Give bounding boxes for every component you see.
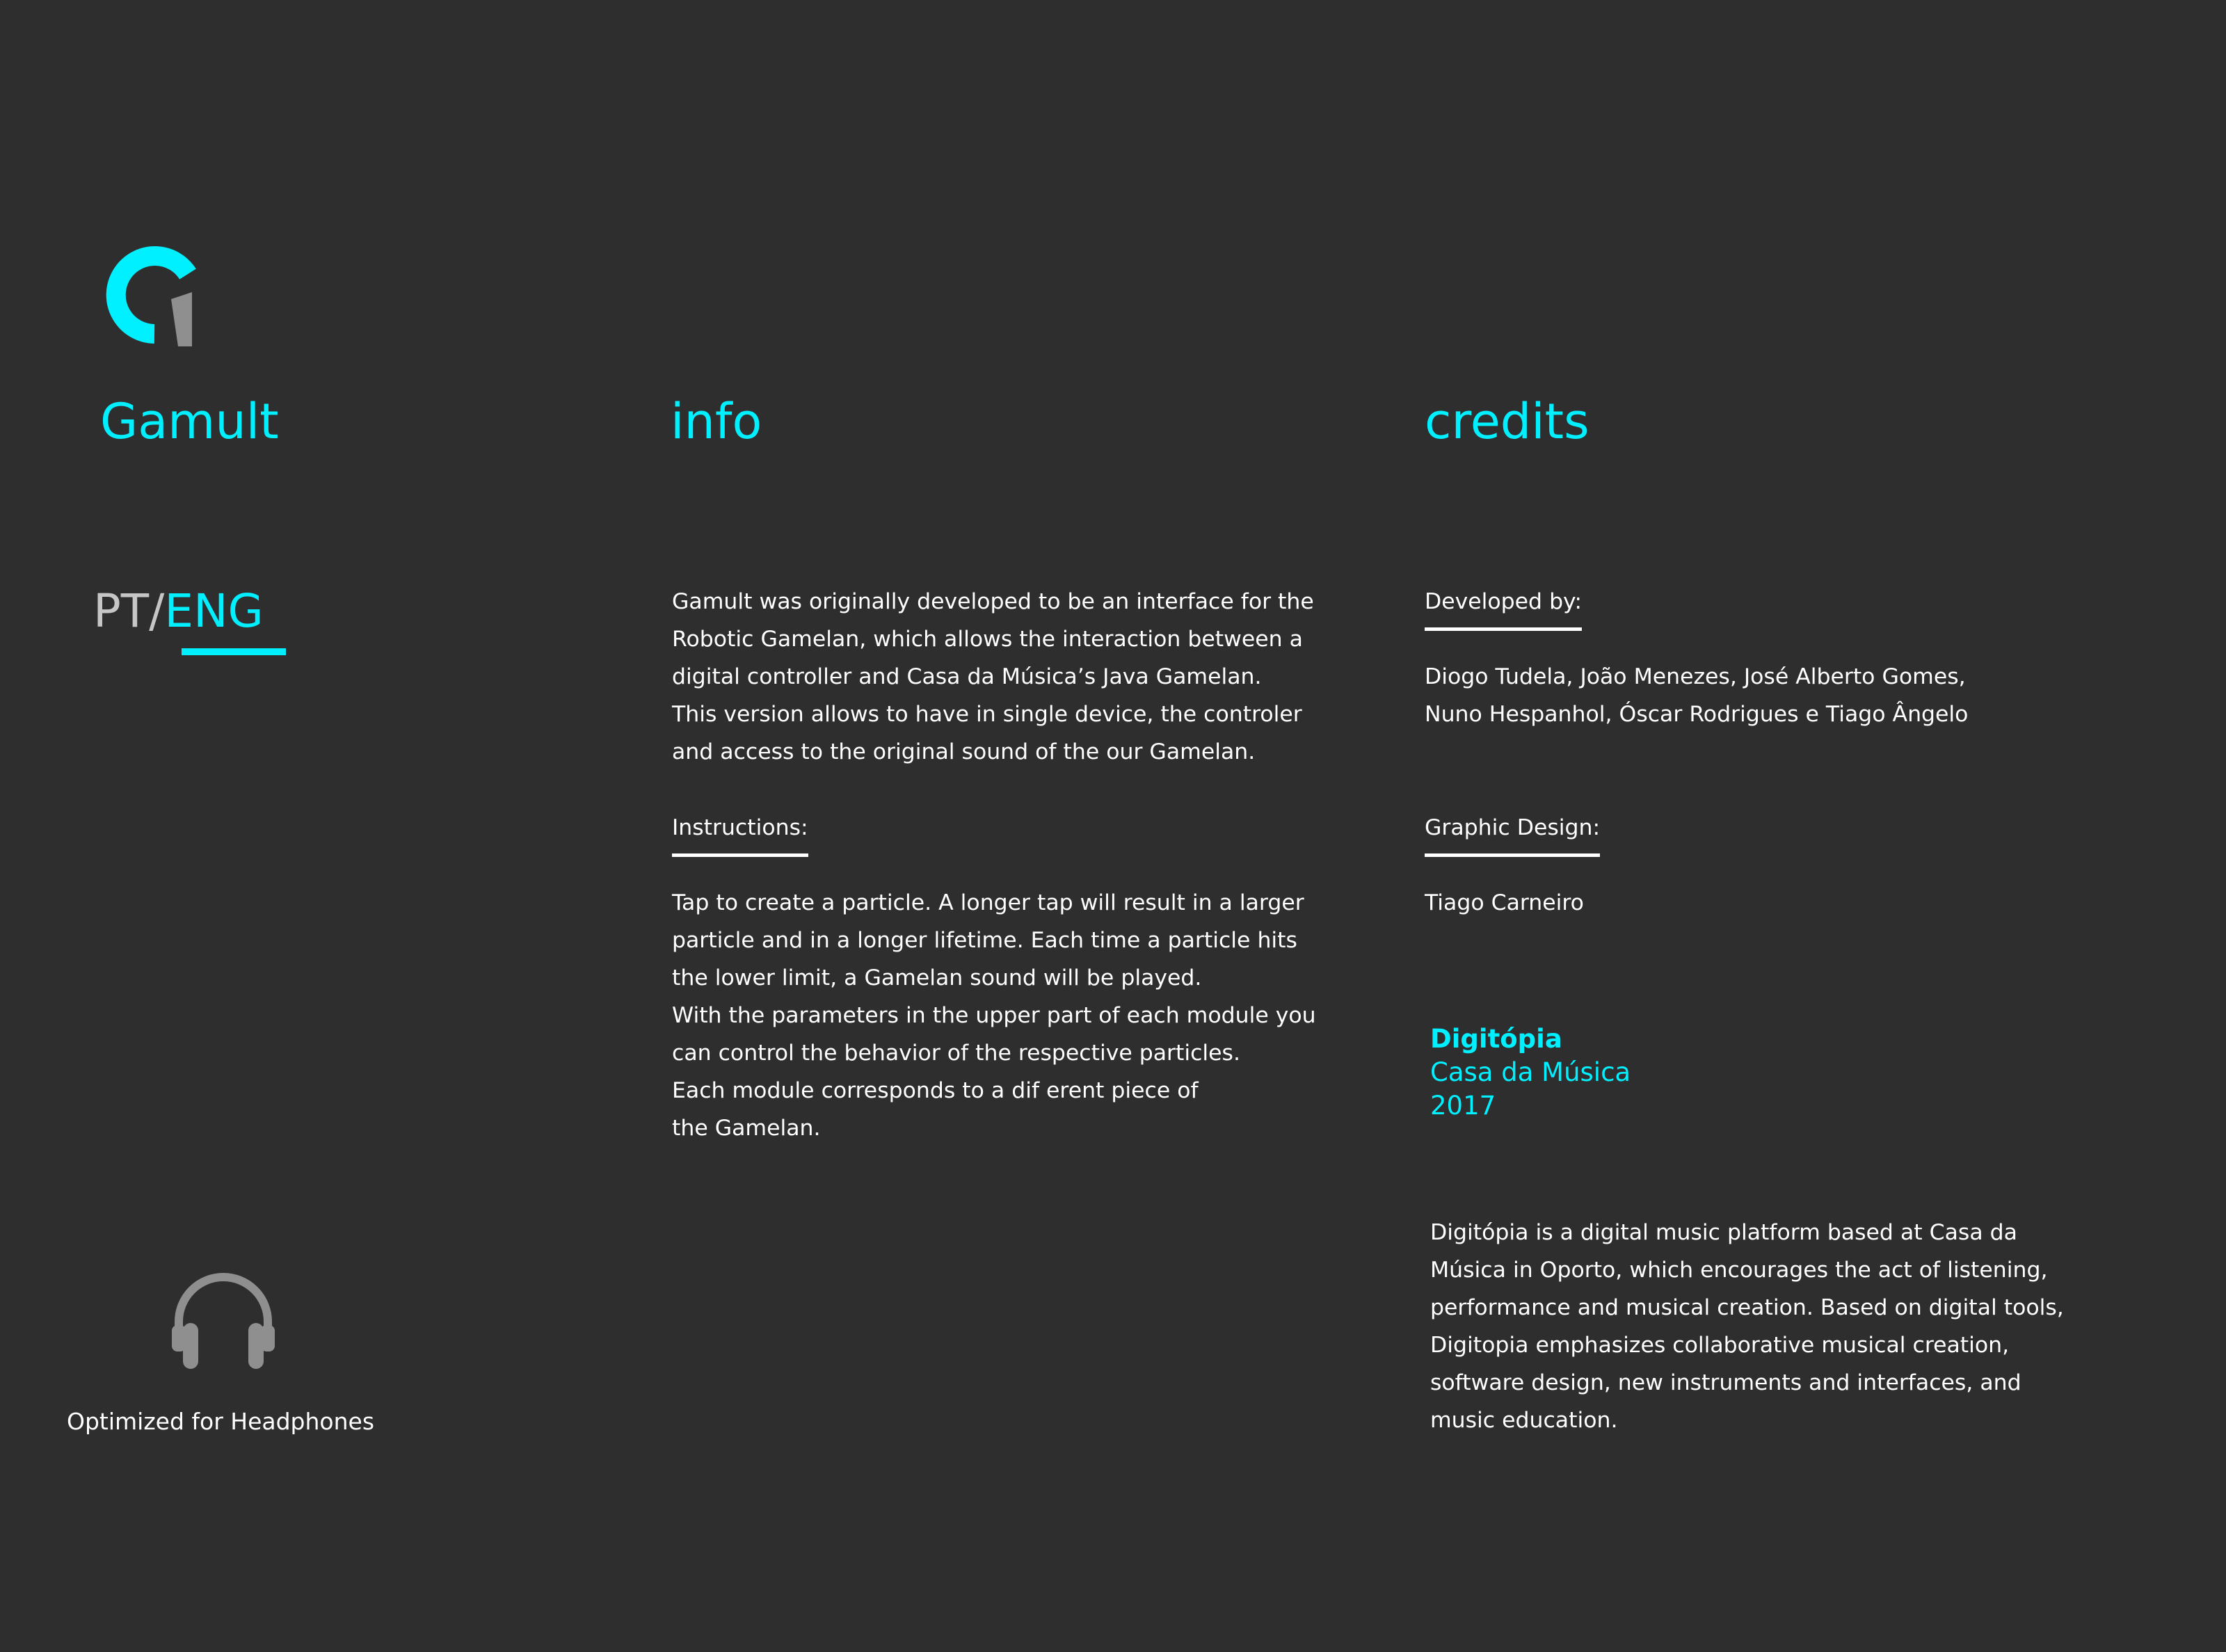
gamult-logo-icon [96,245,198,348]
developed-by-label-wrap: Developed by: [1425,583,1583,631]
graphic-design-label: Graphic Design: [1425,809,1601,857]
instructions-line: Tap to create a particle. A longer tap w… [672,890,1304,915]
instructions-label: Instructions: [672,809,808,857]
info-description-line: Gamult was originally developed to be an… [672,589,1314,614]
info-description-line: This version allows to have in single de… [672,702,1302,727]
designer-line: Tiago Carneiro [1425,890,1584,915]
info-description: Gamult was originally developed to be an… [672,583,1314,771]
instructions-line: With the parameters in the upper part of… [672,1003,1316,1028]
about-line: performance and musical creation. Based … [1430,1295,2064,1320]
developers-line: Diogo Tudela, João Menezes, José Alberto… [1425,664,1966,689]
language-pt-option[interactable]: PT [93,584,149,638]
instructions-text: Tap to create a particle. A longer tap w… [672,884,1316,1147]
developers-list: Diogo Tudela, João Menezes, José Alberto… [1425,658,1968,733]
instructions-line: the Gamelan. [672,1116,821,1141]
organization-about: Digitópia is a digital music platform ba… [1430,1214,2064,1439]
developed-by-label: Developed by: [1425,583,1583,631]
headphones-label: Optimized for Headphones [67,1408,375,1435]
about-line: Digitopia emphasizes collaborative music… [1430,1333,2010,1358]
instructions-line: Each module corresponds to a dif erent p… [672,1078,1199,1103]
language-switch: PT/ENG [93,588,264,634]
headphones-icon [164,1260,282,1372]
about-line: Música in Oporto, which encourages the a… [1430,1258,2048,1283]
organization-year: 2017 [1430,1091,1496,1121]
app-title: Gamult [100,393,279,450]
organization-name: Digitópia [1430,1024,1562,1054]
info-title: info [671,393,762,450]
language-selected-underline [182,648,286,655]
about-line: software design, new instruments and int… [1430,1370,2021,1395]
credits-title: credits [1425,393,1590,450]
instructions-line: particle and in a longer lifetime. Each … [672,928,1297,953]
graphic-designer-name: Tiago Carneiro [1425,884,1584,922]
instructions-line: the lower limit, a Gamelan sound will be… [672,965,1202,991]
organization-block: Digitópia Casa da Música 2017 [1430,1023,1631,1123]
info-description-line: Robotic Gamelan, which allows the intera… [672,627,1303,652]
about-line: music education. [1430,1408,1618,1433]
graphic-design-label-wrap: Graphic Design: [1425,809,1601,857]
developers-line: Nuno Hespanhol, Óscar Rodrigues e Tiago … [1425,702,1969,727]
info-description-line: and access to the original sound of the … [672,739,1256,764]
instructions-line: can control the behavior of the respecti… [672,1041,1240,1066]
organization-venue: Casa da Música [1430,1057,1631,1087]
info-description-line: digital controller and Casa da Música’s … [672,664,1262,689]
language-eng-option[interactable]: ENG [164,584,263,638]
about-line: Digitópia is a digital music platform ba… [1430,1220,2017,1245]
instructions-label-wrap: Instructions: [672,809,808,857]
language-separator: / [149,584,165,638]
